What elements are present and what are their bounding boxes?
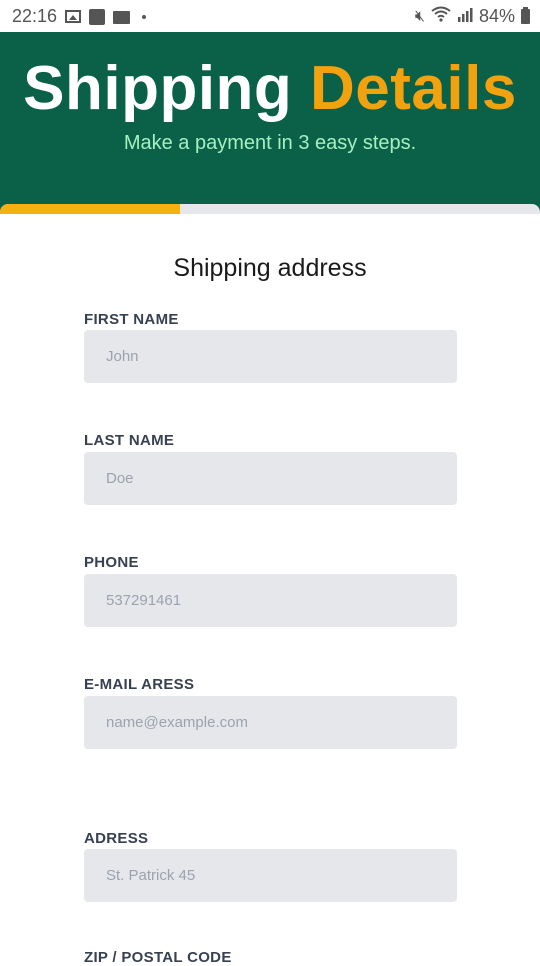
- title-part-2: Details: [310, 54, 517, 123]
- last-name-label: LAST NAME: [84, 432, 175, 449]
- last-name-input[interactable]: Doe: [84, 452, 457, 505]
- address-label: ADRESS: [84, 830, 149, 847]
- dot-icon: [142, 14, 147, 19]
- puzzle-icon: [89, 8, 106, 25]
- status-left: 22:16: [12, 6, 147, 27]
- zip-label: ZIP / POSTAL CODE: [84, 949, 232, 966]
- first-name-label: FIRST NAME: [84, 311, 179, 328]
- shipping-form: Shipping address FIRST NAME John LAST NA…: [0, 214, 540, 966]
- wifi-icon: [431, 6, 451, 27]
- first-name-input[interactable]: John: [84, 330, 457, 383]
- page-title: Shipping Details: [0, 54, 540, 124]
- progress-bar: [0, 204, 540, 214]
- status-bar: 22:16 🔇︎ 84%: [0, 0, 540, 32]
- title-part-1: Shipping: [23, 54, 293, 123]
- section-title: Shipping address: [173, 254, 367, 282]
- address-input[interactable]: St. Patrick 45: [84, 849, 457, 902]
- signal-icon: [457, 7, 473, 26]
- image-icon: [65, 10, 82, 23]
- page-header: Shipping Details Make a payment in 3 eas…: [0, 32, 540, 214]
- phone-input[interactable]: 537291461: [84, 574, 457, 627]
- status-time: 22:16: [12, 6, 58, 26]
- email-label: E-MAIL ARESS: [84, 676, 195, 693]
- phone-label: PHONE: [84, 554, 139, 571]
- status-right: 🔇︎ 84%: [415, 6, 530, 27]
- battery-percent: 84%: [478, 6, 515, 26]
- page-subtitle: Make a payment in 3 easy steps.: [123, 132, 417, 154]
- mute-icon: 🔇︎: [414, 7, 425, 25]
- email-input[interactable]: name@example.com: [84, 696, 457, 749]
- battery-icon: [521, 7, 530, 24]
- folder-icon: [113, 11, 131, 24]
- progress-fill: [0, 204, 180, 214]
